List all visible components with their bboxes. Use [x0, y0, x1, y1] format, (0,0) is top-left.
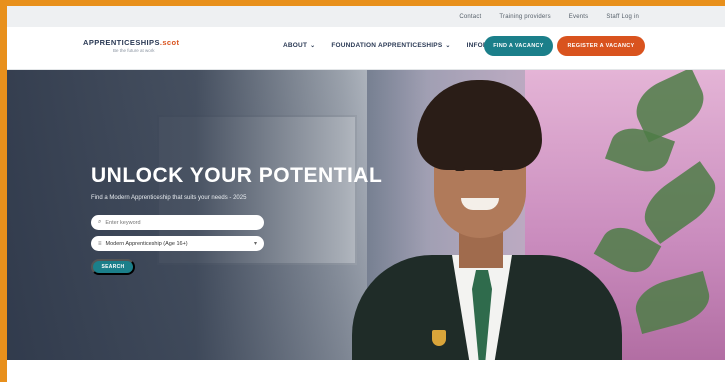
apprenticeship-type-select[interactable]: ≡ Modern Apprenticeship (Age 16+) ▾ [91, 236, 264, 251]
search-button[interactable]: SEARCH [91, 259, 135, 275]
utility-link-contact[interactable]: Contact [459, 14, 481, 20]
find-vacancy-button[interactable]: FIND A VACANCY [484, 36, 553, 56]
hero-banner: UNLOCK YOUR POTENTIAL Find a Modern Appr… [7, 70, 725, 360]
student-eye [493, 167, 503, 171]
site-header: APPRENTICESHIPS.scot Be the future at wo… [7, 27, 725, 70]
chevron-down-icon: ⌄ [310, 43, 316, 49]
chevron-down-icon: ▾ [253, 241, 257, 247]
student-smile [461, 198, 499, 210]
page-frame: Contact Training providers Events Staff … [7, 6, 725, 382]
hero-student-photo [337, 70, 627, 360]
nav-item-about[interactable]: ABOUT ⌄ [283, 42, 315, 49]
logo-tagline: Be the future at work [113, 48, 155, 53]
nav-item-foundation-apprenticeships[interactable]: FOUNDATION APPRENTICESHIPS ⌄ [331, 42, 450, 49]
register-vacancy-button[interactable]: REGISTER A VACANCY [557, 36, 645, 56]
utility-link-events[interactable]: Events [569, 14, 589, 20]
keyword-search-field[interactable]: ⌕ [91, 215, 264, 230]
filter-icon: ≡ [98, 240, 102, 247]
student-badge [432, 330, 446, 346]
hero-title: UNLOCK YOUR POTENTIAL [91, 164, 383, 187]
utility-link-staff-login[interactable]: Staff Log in [606, 14, 639, 20]
utility-bar: Contact Training providers Events Staff … [7, 6, 725, 27]
content-area [7, 360, 725, 382]
select-value: Modern Apprenticeship (Age 16+) [105, 240, 188, 247]
student-hair [417, 80, 542, 170]
logo-wordmark: APPRENTICESHIPS.scot [83, 38, 180, 47]
utility-link-training-providers[interactable]: Training providers [499, 14, 550, 20]
keyword-input[interactable] [105, 219, 246, 226]
chevron-down-icon: ⌄ [445, 43, 451, 49]
site-logo[interactable]: APPRENTICESHIPS.scot Be the future at wo… [83, 38, 179, 53]
student-eye [455, 167, 465, 171]
hero-subtitle: Find a Modern Apprenticeship that suits … [91, 195, 247, 201]
search-icon: ⌕ [98, 219, 102, 225]
